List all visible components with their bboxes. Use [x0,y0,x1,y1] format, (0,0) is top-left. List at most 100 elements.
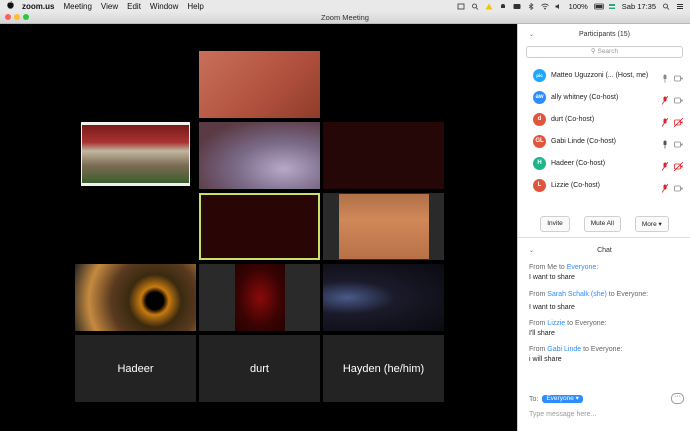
close-window-button[interactable] [5,14,11,20]
chat-message: From Sarah Schalk (she) to Everyone: I w… [529,291,648,311]
chat-header: ⌄ Chat [518,247,690,254]
video-tile-screen-share[interactable] [81,122,190,186]
avatar: aw [533,90,546,104]
sender[interactable]: Sarah Schalk (she) [547,291,607,298]
chat-recipient-row: To: Everyone ▾ [529,395,583,403]
menu-clock[interactable]: Sab 17:35 [622,2,656,11]
chat-message: From Lizzie to Everyone: I'll share [529,320,648,337]
chevron-down-icon[interactable]: ⌄ [529,247,534,254]
battery-icon[interactable] [593,3,604,10]
video-tile[interactable] [323,193,444,260]
menu-edit[interactable]: Edit [127,2,141,11]
participant-row[interactable]: L Lizzie (Co-host) [518,174,690,196]
recipient: to Everyone: [608,291,649,298]
recipient-dropdown[interactable]: Everyone ▾ [542,395,583,403]
message-text: I want to share [529,304,575,311]
search-icon: ⚲ [590,48,596,55]
chevron-down-icon[interactable]: ⌄ [529,24,534,46]
message-sender-line: From Lizzie to Everyone: [529,320,648,327]
participants-header: ⌄ Participants (15) [518,24,690,46]
mute-all-button[interactable]: Mute All [583,216,621,232]
participant-name: Lizzie (Co-host) [551,181,601,189]
video-tile[interactable] [199,122,320,189]
avatar: H [533,156,546,170]
chevron-down-icon: ▾ [658,221,662,228]
window-title: Zoom Meeting [321,13,369,22]
participant-name: Matteo Uguzzoni (... (Host, me) [551,71,649,79]
chat-message: From Me to Everyone: I want to share [529,264,648,281]
participant-name: durt (Co-host) [551,115,595,123]
recipient-value: Everyone [546,395,574,402]
from-prefix: From [529,320,546,327]
battery-percent: 100% [568,1,588,11]
video-gallery: Hadeer durt Hayden (he/him) [0,24,517,431]
video-tile[interactable] [199,264,320,331]
search-tray-icon[interactable] [471,3,479,10]
zoom-window-button[interactable] [23,14,29,20]
participant-row[interactable]: H Hadeer (Co-host) [518,152,690,174]
bluetooth-icon[interactable] [527,2,535,10]
from-prefix: From Me to [529,264,565,271]
from-prefix: From [529,291,546,298]
video-tile-active-speaker[interactable] [199,193,320,260]
participant-row[interactable]: pic Matteo Uguzzoni (... (Host, me) [518,64,690,86]
mic-muted-icon[interactable] [661,180,669,198]
video-tile-hadeer[interactable]: Hadeer [75,335,196,402]
video-tile-durt[interactable]: durt [199,335,320,402]
search-input[interactable]: ⚲ Search [526,46,683,58]
menu-app[interactable]: zoom.us [22,2,54,11]
participants-title: Participants (15) [579,31,630,38]
volume-icon[interactable] [555,3,563,10]
flag-icon[interactable] [608,3,616,10]
message-text: I want to share [529,274,575,281]
participant-name-label: Hadeer [117,362,154,375]
chat-message: From Gabi Linde to Everyone: i will shar… [529,346,648,363]
zoom-tray-icon[interactable] [513,3,521,10]
dropbox-icon[interactable] [457,3,465,10]
menu-view[interactable]: View [101,2,118,11]
sender[interactable]: Gabi Linde [547,346,581,353]
menu-help[interactable]: Help [187,2,203,11]
participant-row[interactable]: aw ally whitney (Co-host) [518,86,690,108]
chat-input[interactable]: Type message here... [529,411,596,418]
menu-meeting[interactable]: Meeting [63,2,91,11]
bell-icon[interactable] [499,3,507,10]
video-tile[interactable] [199,51,320,118]
participant-name: Gabi Linde (Co-host) [551,137,616,145]
wifi-icon[interactable] [540,3,549,10]
chat-title: Chat [597,247,612,254]
camera-icon[interactable] [674,180,683,198]
video-tile-hayden[interactable]: Hayden (he/him) [323,335,444,402]
panel-divider [518,237,690,238]
more-button[interactable]: More ▾ [634,216,669,232]
avatar: d [533,112,546,126]
video-tile[interactable] [75,264,196,331]
chevron-down-icon: ▾ [575,395,579,402]
invite-button[interactable]: Invite [540,216,570,232]
chat-more-options-button[interactable]: ··· [671,393,684,404]
avatar: L [533,178,546,192]
sender[interactable]: Lizzie [547,320,565,327]
window-title-bar: Zoom Meeting [0,12,690,24]
message-text: I'll share [529,330,555,337]
more-label: More [641,221,657,228]
participant-list: pic Matteo Uguzzoni (... (Host, me) aw a… [518,64,690,196]
recipient: to Everyone: [567,320,607,327]
video-tile[interactable] [323,122,444,189]
apple-icon[interactable] [5,1,15,11]
warning-icon[interactable] [485,3,493,10]
chat-messages: From Me to Everyone: I want to share Fro… [529,264,648,363]
video-tile[interactable] [323,264,444,331]
participant-row[interactable]: d durt (Co-host) [518,108,690,130]
message-text: i will share [529,356,562,363]
participant-row[interactable]: GL Gabi Linde (Co-host) [518,130,690,152]
video-feed [235,264,285,331]
minimize-window-button[interactable] [14,14,20,20]
avatar: GL [533,134,546,148]
spotlight-icon[interactable] [662,3,670,10]
menu-window[interactable]: Window [150,2,178,11]
recipient[interactable]: Everyone: [567,264,599,271]
control-center-icon[interactable] [676,3,684,10]
participant-name: Hadeer (Co-host) [551,159,606,167]
message-sender-line: From Me to Everyone: [529,264,648,271]
